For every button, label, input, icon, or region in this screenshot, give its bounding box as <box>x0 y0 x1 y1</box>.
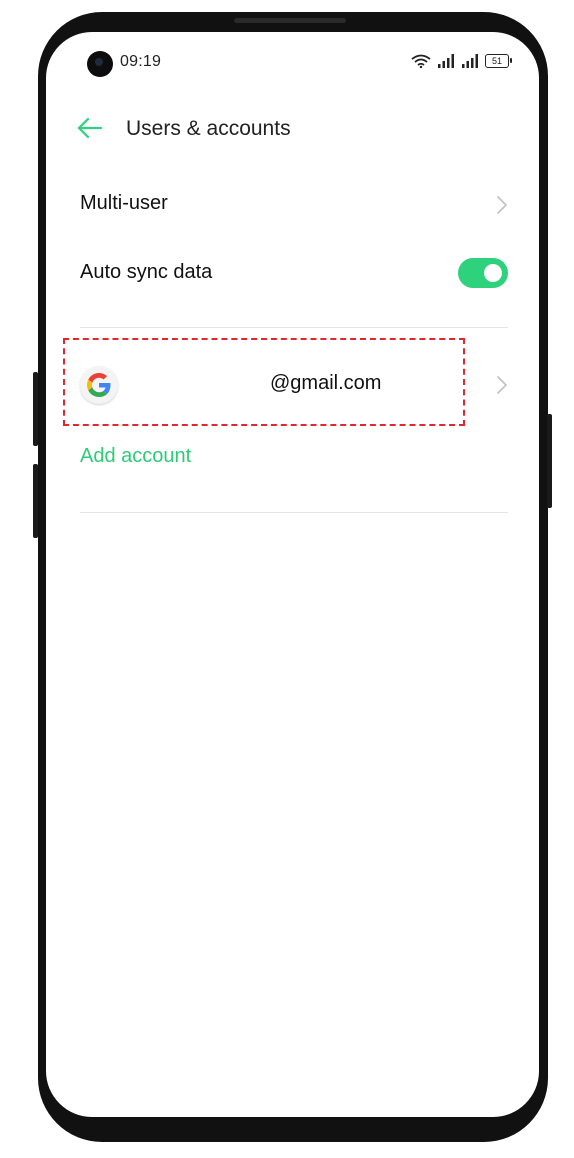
volume-down-button <box>33 464 38 538</box>
google-icon <box>80 366 118 404</box>
chevron-right-icon <box>497 196 507 214</box>
battery-level: 51 <box>491 55 502 66</box>
page-title: Users & accounts <box>126 117 291 140</box>
account-email: @gmail.com <box>270 372 382 394</box>
toggle-knob <box>484 264 502 282</box>
multi-user-label: Multi-user <box>80 192 168 214</box>
multi-user-row[interactable]: Multi-user <box>80 192 508 218</box>
signal-icon-2 <box>462 54 478 68</box>
front-camera <box>87 51 113 77</box>
auto-sync-toggle[interactable] <box>458 258 508 288</box>
auto-sync-row: Auto sync data <box>80 258 508 288</box>
bottom-divider <box>80 512 508 513</box>
screen: 09:19 51 Users & accounts Multi-user Aut… <box>46 32 539 1117</box>
wifi-icon <box>411 54 431 68</box>
add-account-link[interactable]: Add account <box>80 445 191 468</box>
back-button[interactable] <box>76 116 104 140</box>
section-divider <box>80 327 508 328</box>
auto-sync-label: Auto sync data <box>80 261 213 283</box>
chevron-right-icon <box>497 376 507 394</box>
power-button <box>547 414 552 508</box>
signal-icon <box>438 54 454 68</box>
battery-icon: 51 <box>485 54 512 68</box>
volume-up-button <box>33 372 38 446</box>
back-arrow-icon <box>77 117 103 139</box>
earpiece-slot <box>234 18 346 23</box>
google-account-row[interactable]: @gmail.com <box>80 366 508 404</box>
status-time: 09:19 <box>120 53 162 70</box>
status-icons: 51 <box>411 54 512 68</box>
device-mockup: 09:19 51 Users & accounts Multi-user Aut… <box>0 0 574 1158</box>
